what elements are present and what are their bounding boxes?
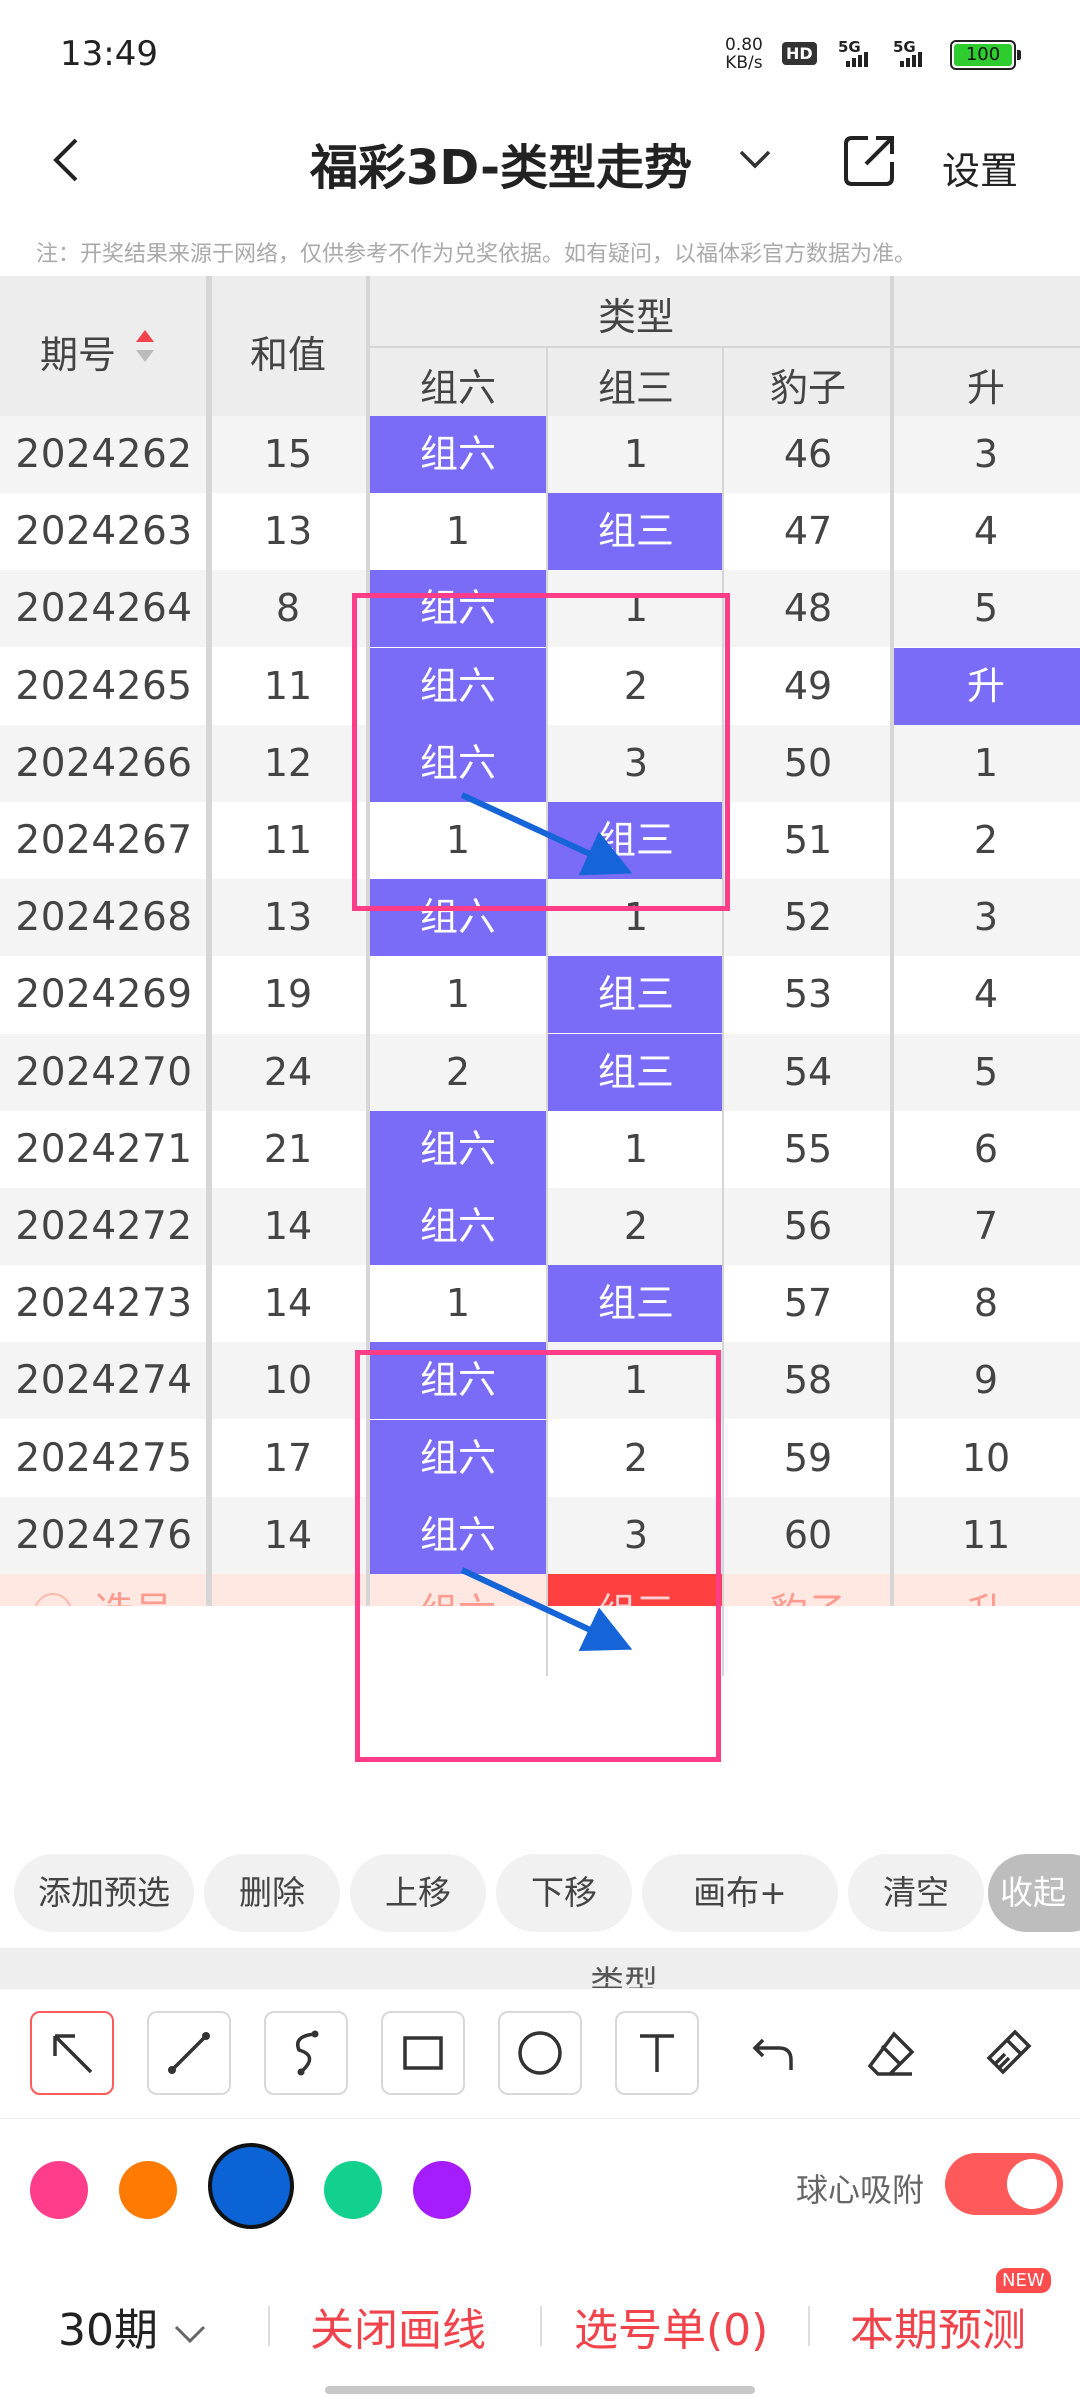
color-swatch[interactable] <box>413 2161 471 2219</box>
collapse-button[interactable]: 收起 <box>988 1854 1080 1932</box>
predict-button[interactable]: 本期预测 <box>850 2294 1026 2358</box>
eraser-icon[interactable] <box>849 2011 933 2095</box>
drawing-toolbar <box>0 1988 1080 2118</box>
color-swatch[interactable] <box>30 2161 88 2219</box>
action-bar: 添加预选 删除 上移 下移 画布+ 清空 收起 <box>0 1838 1080 1948</box>
curve-tool-icon[interactable] <box>264 2011 348 2095</box>
canvas-plus-button[interactable]: 画布+ <box>642 1854 838 1932</box>
drawn-arrow-2 <box>460 1567 633 1652</box>
close-lines-button[interactable]: 关闭画线 <box>310 2294 486 2358</box>
color-swatch[interactable] <box>119 2161 177 2219</box>
color-swatch[interactable] <box>324 2161 382 2219</box>
circle-tool-icon[interactable] <box>498 2011 582 2095</box>
delete-button[interactable]: 删除 <box>204 1854 340 1932</box>
chevron-down-icon <box>174 2325 206 2344</box>
arrow-tool-icon[interactable] <box>30 2011 114 2095</box>
color-swatch-selected[interactable] <box>208 2143 294 2229</box>
pick-list-button[interactable]: 选号单(0) <box>574 2294 768 2358</box>
undo-icon[interactable] <box>732 2011 816 2095</box>
text-tool-icon[interactable] <box>615 2011 699 2095</box>
clear-brush-icon[interactable] <box>966 2011 1050 2095</box>
bottom-bar: 30期 关闭画线 选号单(0) 本期预测 NEW <box>0 2258 1080 2400</box>
snap-toggle[interactable] <box>945 2153 1063 2215</box>
snap-label: 球心吸附 <box>796 2171 925 2209</box>
table-header-peek: 类型 <box>0 1948 1080 1988</box>
line-tool-icon[interactable] <box>147 2011 231 2095</box>
clear-button[interactable]: 清空 <box>848 1854 984 1932</box>
new-badge: NEW <box>996 2268 1051 2293</box>
drawn-arrow-1 <box>460 792 633 876</box>
period-selector[interactable]: 30期 <box>58 2294 208 2358</box>
move-down-button[interactable]: 下移 <box>496 1854 632 1932</box>
home-indicator[interactable] <box>325 2386 755 2394</box>
add-preselect-button[interactable]: 添加预选 <box>14 1854 194 1932</box>
move-up-button[interactable]: 上移 <box>350 1854 486 1932</box>
rectangle-tool-icon[interactable] <box>381 2011 465 2095</box>
